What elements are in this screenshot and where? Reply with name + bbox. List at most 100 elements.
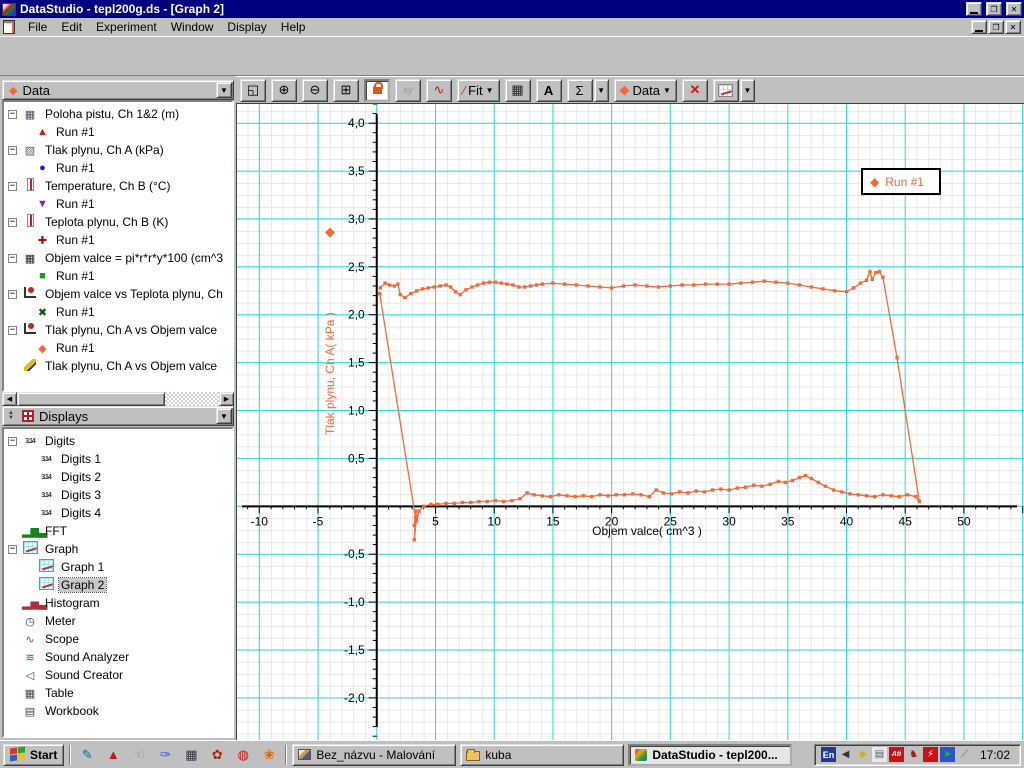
- mdi-close-button[interactable]: ✕: [1005, 20, 1021, 34]
- data-tree-item[interactable]: ✚ Run #1: [4, 231, 232, 249]
- data-tree-hscrollbar[interactable]: ◀ ▶: [2, 392, 234, 406]
- menu-display[interactable]: Display: [220, 18, 273, 36]
- zoom-out-button[interactable]: ⊖: [302, 78, 328, 102]
- data-tree-item[interactable]: − Temperature, Ch B (°C): [4, 177, 232, 195]
- collapse-icon[interactable]: −: [8, 253, 17, 263]
- volume-icon[interactable]: ◀: [838, 747, 853, 762]
- data-tree-item[interactable]: ■ Run #1: [4, 267, 232, 285]
- tray-figure-icon[interactable]: ♞: [906, 747, 921, 762]
- zoom-select-button[interactable]: ⊞: [333, 78, 359, 102]
- collapse-icon[interactable]: −: [8, 436, 17, 446]
- displays-tree-item[interactable]: ◁ Sound Creator: [4, 666, 232, 684]
- collapse-icon[interactable]: −: [8, 109, 17, 119]
- displays-tree-item[interactable]: 3.14 Digits 3: [4, 486, 232, 504]
- ati-icon[interactable]: Ati: [888, 747, 904, 762]
- legend[interactable]: ◆ Run #1: [861, 168, 941, 195]
- xy-tool-button[interactable]: xy: [395, 78, 421, 102]
- collapse-icon[interactable]: −: [8, 325, 17, 335]
- collapse-icon[interactable]: −: [8, 544, 17, 554]
- displays-tree-item[interactable]: ∿ Scope: [4, 630, 232, 648]
- data-tree-item[interactable]: ▲ Run #1: [4, 123, 232, 141]
- statistics-button[interactable]: Σ: [566, 78, 593, 102]
- tray-scheduler-icon[interactable]: ▤: [871, 747, 887, 762]
- data-tree-item[interactable]: Tlak plynu, Ch A vs Objem valce: [4, 357, 232, 375]
- quicklaunch-pen-icon[interactable]: ✑: [154, 745, 176, 765]
- smart-tool-button[interactable]: [364, 78, 390, 102]
- fit-menu-button[interactable]: ∕ Fit ▼: [457, 78, 500, 102]
- quicklaunch-flame-icon[interactable]: ❀: [258, 745, 280, 765]
- start-menu-button[interactable]: Start: [3, 743, 65, 766]
- displays-tree-item[interactable]: ▦ Table: [4, 684, 232, 702]
- data-tree-item[interactable]: − ▧ Tlak plynu, Ch A (kPa): [4, 141, 232, 159]
- menu-edit[interactable]: Edit: [54, 18, 89, 36]
- data-tree-item[interactable]: ● Run #1: [4, 159, 232, 177]
- scale-to-fit-button[interactable]: ◱: [240, 78, 266, 102]
- quicklaunch-calculator-icon[interactable]: ▦: [180, 745, 202, 765]
- displays-tree-item[interactable]: ◷ Meter: [4, 612, 232, 630]
- displays-tree-item[interactable]: − Graph: [4, 540, 232, 558]
- menu-experiment[interactable]: Experiment: [89, 18, 164, 36]
- displays-tree-item[interactable]: ▤ Workbook: [4, 702, 232, 720]
- zoom-in-button[interactable]: ⊕: [271, 78, 297, 102]
- statistics-dropdown[interactable]: ▼: [593, 78, 609, 102]
- collapse-icon[interactable]: −: [8, 289, 17, 299]
- data-tree-item[interactable]: − Teplota plynu, Ch B (K): [4, 213, 232, 231]
- displays-tree-item[interactable]: 3.14 Digits 4: [4, 504, 232, 522]
- calculate-tool-button[interactable]: ▦: [504, 78, 531, 102]
- displays-tree-item[interactable]: Graph 2: [4, 576, 232, 594]
- quicklaunch-editor-icon[interactable]: ✎: [76, 745, 98, 765]
- graph-display[interactable]: -10 -5 5 10 15 20 25 30 35 40 45 50 -2,0 -1,5 -1,0 -0,5…: [236, 103, 1024, 741]
- displays-tree-item[interactable]: ≋ Sound Analyzer: [4, 648, 232, 666]
- pane-splitter-icon[interactable]: ▲ ▼: [5, 410, 17, 421]
- graph-settings-dropdown[interactable]: ▼: [739, 78, 755, 102]
- tray-pen-icon[interactable]: ⟋: [957, 747, 972, 762]
- minimize-button[interactable]: [966, 2, 982, 16]
- displays-tree-item[interactable]: ▂▆▃ FFT: [4, 522, 232, 540]
- data-tree-item[interactable]: − ▦ Poloha pistu, Ch 1&2 (m): [4, 105, 232, 123]
- menu-window[interactable]: Window: [164, 18, 221, 36]
- quicklaunch-acrobat-icon[interactable]: ▲: [102, 745, 124, 765]
- data-tree-item[interactable]: − Tlak plynu, Ch A vs Objem valce: [4, 321, 232, 339]
- document-icon[interactable]: [3, 20, 15, 34]
- slope-tool-button[interactable]: ∿: [426, 78, 452, 102]
- delete-button[interactable]: ✕: [681, 78, 708, 102]
- displays-tree-item[interactable]: 3.14 Digits 1: [4, 450, 232, 468]
- restore-button[interactable]: ❐: [986, 2, 1002, 16]
- chart-canvas[interactable]: -10 -5 5 10 15 20 25 30 35 40 45 50-2,0-1,5-1,0-0,5…: [237, 104, 1024, 741]
- mdi-restore-button[interactable]: ❐: [988, 20, 1004, 34]
- displays-panel-header[interactable]: ▲ ▼ Displays ▼: [2, 406, 234, 426]
- collapse-icon[interactable]: −: [8, 217, 17, 227]
- data-tree-item[interactable]: ◆ Run #1: [4, 339, 232, 357]
- data-tree-item[interactable]: ▼ Run #1: [4, 195, 232, 213]
- data-menu-button[interactable]: ◆ Data ▼: [613, 78, 677, 102]
- data-tree-item[interactable]: − ▦ Objem valce = pi*r*r*y*100 (cm^3: [4, 249, 232, 267]
- menu-file[interactable]: File: [21, 18, 54, 36]
- graph-settings-button[interactable]: [712, 78, 739, 102]
- scroll-right-icon[interactable]: ▶: [219, 392, 234, 406]
- quicklaunch-hand-icon[interactable]: ☜: [128, 745, 150, 765]
- collapse-icon[interactable]: −: [8, 145, 17, 155]
- data-tree-item[interactable]: − Objem valce vs Teplota plynu, Ch: [4, 285, 232, 303]
- menu-help[interactable]: Help: [274, 18, 313, 36]
- displays-panel-dropdown[interactable]: ▼: [216, 408, 232, 424]
- tray-power-icon[interactable]: ⚡: [922, 747, 938, 762]
- tray-diamond-icon[interactable]: ◆: [855, 747, 870, 762]
- text-tool-button[interactable]: A: [535, 78, 562, 102]
- data-tree-item[interactable]: ✖ Run #1: [4, 303, 232, 321]
- close-button[interactable]: ✕: [1006, 2, 1022, 16]
- scroll-thumb[interactable]: [17, 392, 165, 406]
- collapse-icon[interactable]: −: [8, 181, 17, 191]
- tray-update-icon[interactable]: ➤: [939, 747, 955, 762]
- quicklaunch-dragon-icon[interactable]: ✿: [206, 745, 228, 765]
- displays-tree-item[interactable]: −3.14 Digits: [4, 432, 232, 450]
- scroll-left-icon[interactable]: ◀: [2, 392, 17, 406]
- quicklaunch-opera-icon[interactable]: ◍: [232, 745, 254, 765]
- data-panel-dropdown[interactable]: ▼: [216, 82, 232, 98]
- data-panel-header[interactable]: ◆ Data ▼: [2, 80, 234, 100]
- displays-tree-item[interactable]: 3.14 Digits 2: [4, 468, 232, 486]
- task-button-3[interactable]: DataStudio - tepl200...: [628, 743, 793, 766]
- language-indicator[interactable]: En: [820, 747, 836, 762]
- mdi-minimize-button[interactable]: [971, 20, 987, 34]
- displays-tree-item[interactable]: ▂▅▃ Histogram: [4, 594, 232, 612]
- displays-tree-item[interactable]: Graph 1: [4, 558, 232, 576]
